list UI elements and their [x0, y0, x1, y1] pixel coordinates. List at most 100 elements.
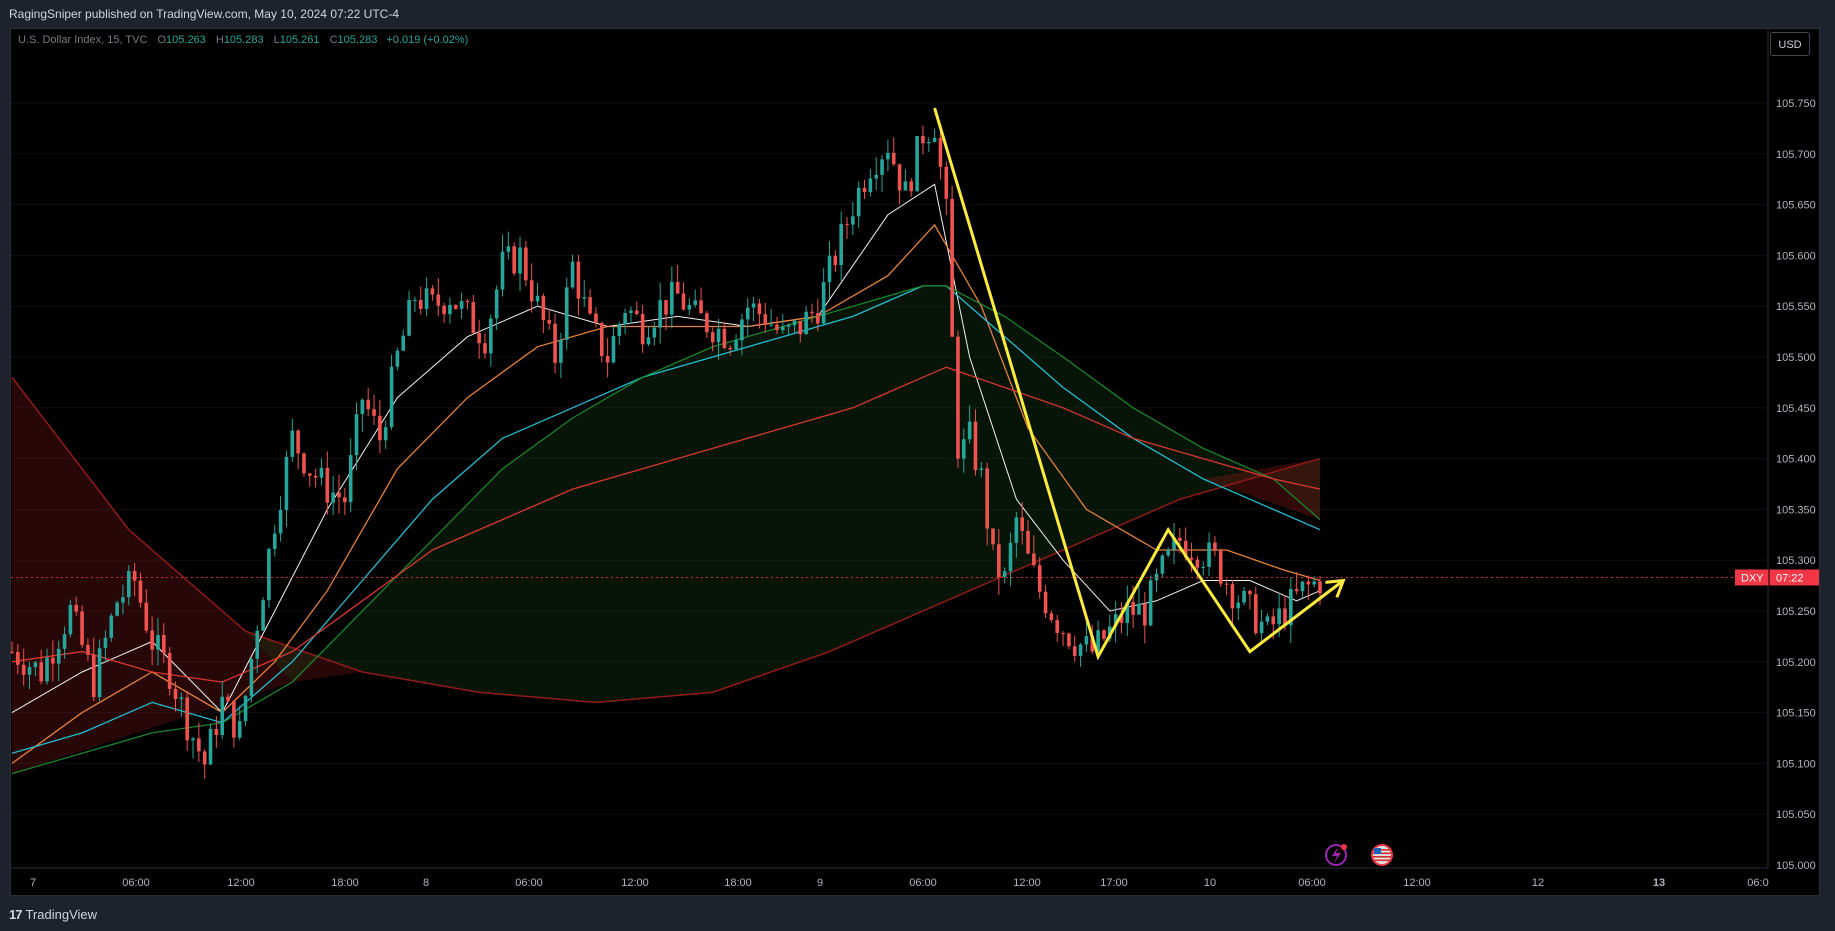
candle-body	[646, 337, 651, 345]
candle-body	[1002, 571, 1007, 577]
candle-body	[570, 261, 575, 288]
candle-body	[150, 630, 154, 650]
candle-body	[1318, 581, 1322, 594]
us-flag-canton	[1374, 848, 1381, 854]
candle-body	[1008, 542, 1013, 572]
candle-body	[407, 300, 411, 336]
candle-body	[1078, 644, 1083, 656]
candle-body	[448, 304, 452, 315]
candle-body	[1061, 632, 1065, 634]
candle-body	[670, 281, 674, 315]
x-tick-label: 12	[1532, 877, 1544, 889]
candle-body	[1049, 613, 1054, 621]
currency-button[interactable]: USD	[1770, 32, 1810, 56]
lightning-bolt-icon	[1332, 847, 1341, 863]
candle-body	[962, 439, 966, 459]
candle-body	[599, 322, 604, 356]
candle-body	[319, 467, 324, 478]
y-tick-label: 105.050	[1776, 809, 1816, 821]
candle-body	[477, 332, 481, 344]
candle-body	[687, 304, 692, 310]
candle-body	[1277, 608, 1281, 625]
candle-body	[699, 300, 703, 314]
candle-body	[792, 320, 797, 326]
candle-body	[372, 409, 376, 416]
candle-body	[728, 347, 733, 350]
candle-body	[582, 297, 587, 299]
event-dot	[1341, 844, 1347, 850]
candle-body	[769, 324, 773, 326]
x-tick-label: 12:00	[1403, 877, 1431, 889]
candle-body	[132, 571, 137, 581]
candle-body	[985, 468, 989, 529]
candle-body	[833, 255, 838, 266]
candle-body	[816, 313, 820, 324]
y-tick-label: 105.700	[1776, 149, 1816, 161]
candle-body	[623, 312, 627, 325]
candle-body	[1084, 636, 1089, 645]
y-tick-label: 105.600	[1776, 250, 1816, 262]
candle-body	[208, 728, 213, 765]
candle-body	[652, 327, 657, 338]
candle-body	[868, 178, 873, 193]
candle-body	[156, 634, 160, 650]
candle-body	[255, 630, 260, 659]
candle-body	[891, 152, 896, 165]
candle-body	[944, 166, 949, 199]
candle-body	[1201, 566, 1206, 568]
x-tick-label: 12:00	[1013, 877, 1041, 889]
candle-body	[1265, 616, 1270, 622]
candle-body	[693, 300, 697, 305]
candle-body	[950, 198, 954, 337]
candle-body	[360, 399, 365, 415]
candle-body	[973, 421, 978, 471]
candle-body	[51, 657, 55, 664]
us-flag-event-icon	[1371, 844, 1393, 866]
candle-body	[967, 421, 972, 440]
candle-body	[68, 604, 73, 635]
candle-body	[1014, 517, 1019, 543]
candle-body	[62, 634, 67, 649]
candle-body	[681, 293, 686, 310]
candle-body	[1143, 603, 1147, 626]
legend-change: +0.019 (+0.02%)	[386, 34, 469, 46]
tradingview-logo[interactable]: 17 TradingView	[9, 907, 97, 922]
candle-body	[1072, 646, 1077, 656]
candle-body	[308, 473, 312, 476]
y-tick-label: 105.550	[1776, 301, 1816, 313]
candle-body	[337, 492, 341, 498]
candle-body	[956, 336, 960, 459]
us-flag-stripe	[1373, 859, 1391, 862]
candle-body	[1195, 559, 1200, 568]
tradingview-logo-text: TradingView	[25, 907, 98, 922]
x-tick-label: 06:00	[909, 877, 937, 889]
candle-body	[909, 181, 914, 192]
chart-canvas[interactable]: 105.750 105.700 105.650 105.600 105.550 105.5…	[0, 0, 1835, 931]
candle-body	[121, 597, 125, 603]
candle-body	[979, 468, 984, 471]
candle-body	[512, 246, 516, 274]
candle-body	[45, 657, 49, 682]
candle-body	[1230, 584, 1235, 609]
candle-body	[97, 648, 102, 698]
candle-body	[745, 307, 750, 320]
x-tick-label: 10	[1204, 877, 1216, 889]
candle-body	[383, 427, 388, 441]
y-tick-label: 105.400	[1776, 454, 1816, 466]
candle-body	[541, 295, 546, 321]
candle-body	[535, 295, 540, 302]
candle-body	[640, 314, 645, 345]
candle-body	[751, 303, 756, 308]
candle-body	[436, 294, 441, 306]
candle-body	[1236, 602, 1241, 609]
candle-body	[1020, 517, 1024, 531]
candle-body	[115, 602, 119, 616]
candle-body	[827, 255, 832, 283]
candle-body	[1032, 553, 1036, 566]
candle-body	[763, 314, 768, 326]
candle-body	[1213, 542, 1217, 551]
x-tick-label: 9	[817, 877, 823, 889]
candle-body	[1207, 542, 1211, 567]
candle-body	[997, 544, 1001, 577]
lightning-event-icon	[1325, 844, 1347, 866]
